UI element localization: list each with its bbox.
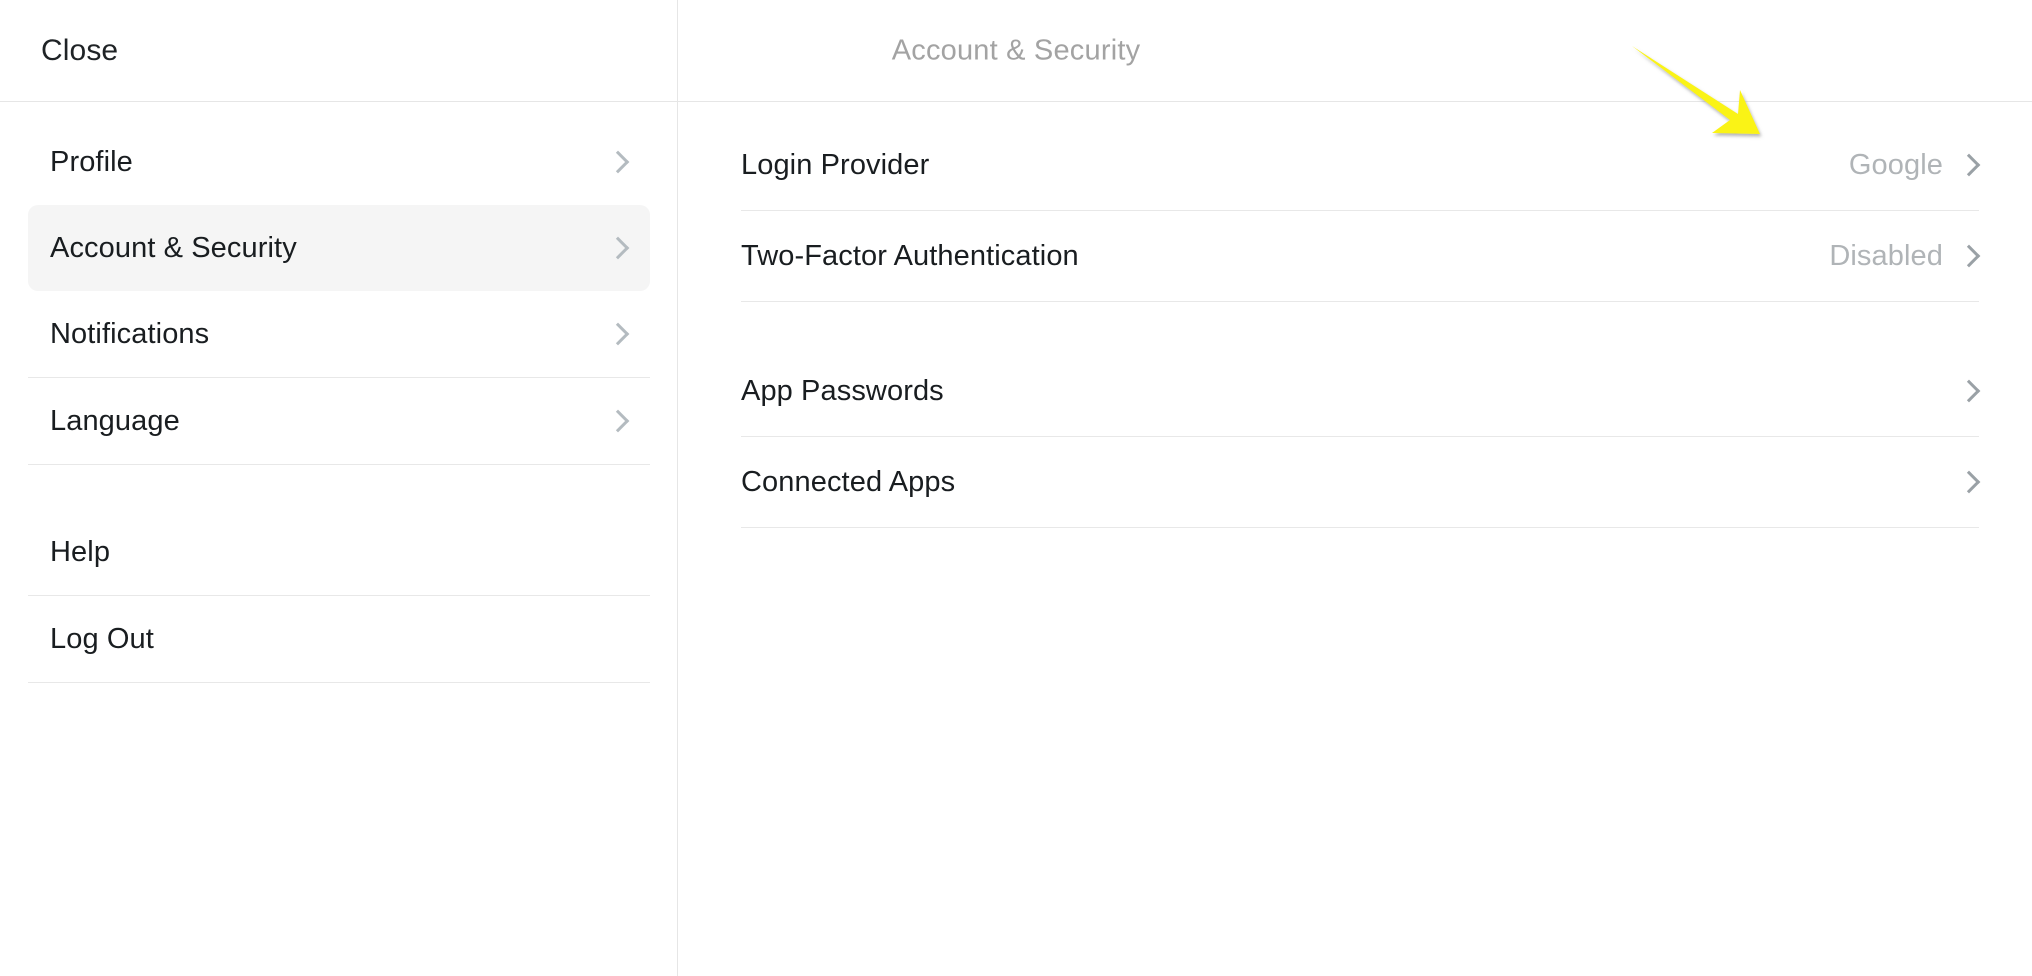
- chevron-right-icon: [608, 232, 628, 264]
- setting-label: Connected Apps: [741, 465, 956, 498]
- setting-label: Two-Factor Authentication: [741, 239, 1079, 272]
- sidebar-divider: [28, 682, 650, 683]
- setting-row-app-passwords[interactable]: App Passwords: [741, 346, 1979, 436]
- setting-group-gap: [741, 302, 1979, 346]
- sidebar-item-profile[interactable]: Profile: [28, 119, 650, 205]
- page-title: Account & Security: [891, 34, 1141, 66]
- setting-divider: [741, 527, 1979, 528]
- setting-value: Disabled: [1829, 239, 1943, 272]
- sidebar-item-log-out[interactable]: Log Out: [28, 596, 650, 682]
- setting-row-connected-apps[interactable]: Connected Apps: [741, 437, 1979, 527]
- chevron-right-icon: [608, 146, 628, 178]
- setting-label: App Passwords: [741, 374, 944, 407]
- chevron-right-icon: [608, 405, 628, 437]
- sidebar-item-account-security[interactable]: Account & Security: [28, 205, 650, 291]
- sidebar-item-label: Profile: [50, 145, 133, 178]
- chevron-right-icon: [608, 318, 628, 350]
- window-header: Close Account & Security: [0, 0, 2032, 102]
- sidebar-item-label: Account & Security: [50, 231, 297, 264]
- settings-window: Close Account & Security Profile Account…: [0, 0, 2032, 976]
- chevron-right-icon: [1959, 466, 1979, 498]
- sidebar-item-language[interactable]: Language: [28, 378, 650, 464]
- setting-value: Google: [1848, 148, 1943, 181]
- chevron-right-icon: [1959, 375, 1979, 407]
- chevron-right-icon: [1959, 149, 1979, 181]
- window-body: Profile Account & Security Notifications…: [0, 102, 2032, 976]
- close-button[interactable]: Close: [41, 34, 118, 68]
- sidebar-item-label: Help: [50, 535, 111, 568]
- sidebar-item-label: Log Out: [50, 622, 154, 655]
- sidebar-item-label: Notifications: [50, 317, 210, 350]
- settings-sidebar: Profile Account & Security Notifications…: [0, 102, 678, 976]
- account-security-list: Login Provider Google Two-Factor Authent…: [741, 102, 1979, 528]
- setting-row-login-provider[interactable]: Login Provider Google: [741, 120, 1979, 210]
- chevron-right-icon: [1959, 240, 1979, 272]
- sidebar-item-label: Language: [50, 404, 180, 437]
- setting-row-two-factor-authentication[interactable]: Two-Factor Authentication Disabled: [741, 211, 1979, 301]
- header-vertical-divider: [677, 0, 678, 102]
- sidebar-list: Profile Account & Security Notifications…: [0, 102, 678, 683]
- setting-label: Login Provider: [741, 148, 930, 181]
- sidebar-item-notifications[interactable]: Notifications: [28, 291, 650, 377]
- sidebar-item-help[interactable]: Help: [28, 509, 650, 595]
- settings-main-panel: Login Provider Google Two-Factor Authent…: [678, 102, 2032, 976]
